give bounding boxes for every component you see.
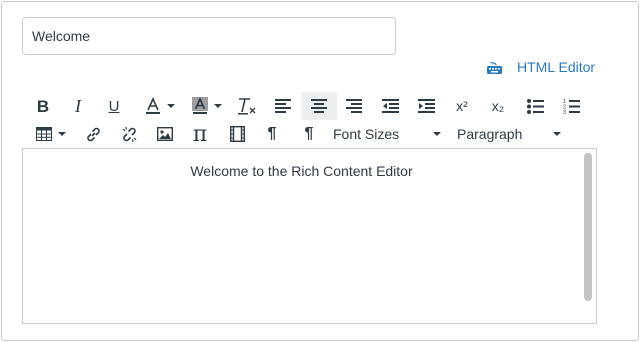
insert-image-button[interactable] [154, 121, 176, 147]
align-right-button[interactable] [343, 93, 365, 119]
underline-button[interactable]: U [104, 93, 124, 119]
font-sizes-label: Font Sizes [333, 126, 400, 142]
numbered-list-icon: 1 2 3 [563, 98, 580, 115]
align-left-button[interactable] [272, 93, 294, 119]
clear-formatting-icon [237, 97, 257, 115]
editor-content[interactable]: Welcome to the Rich Content Editor [23, 163, 580, 179]
rtl-direction-button[interactable]: ¶ [297, 121, 321, 147]
indent-button[interactable] [415, 93, 437, 119]
superscript-icon: x² [456, 98, 468, 114]
background-color-icon [192, 97, 208, 115]
italic-button[interactable]: I [68, 93, 88, 119]
text-color-icon [145, 97, 161, 115]
text-color-button[interactable] [141, 93, 179, 119]
editor-scrollbar[interactable] [584, 153, 592, 301]
align-right-icon [346, 99, 362, 113]
align-left-icon [275, 99, 291, 113]
underline-icon: U [108, 97, 120, 115]
film-icon [229, 126, 245, 142]
paragraph-label: Paragraph [457, 126, 523, 142]
image-icon [157, 127, 173, 141]
superscript-button[interactable]: x² [451, 93, 473, 119]
insert-math-button[interactable]: π [189, 121, 211, 147]
background-color-button[interactable] [188, 93, 226, 119]
bold-button[interactable]: B [33, 93, 53, 119]
font-sizes-dropdown[interactable]: Font Sizes [333, 121, 445, 147]
svg-text:3: 3 [563, 110, 566, 115]
unlink-icon [121, 126, 138, 143]
pilcrow-ltr-icon: ¶ [267, 125, 277, 142]
align-center-button[interactable] [301, 92, 337, 120]
insert-link-button[interactable] [82, 121, 104, 147]
chevron-down-icon [58, 132, 66, 136]
chevron-down-icon [167, 104, 175, 108]
subscript-button[interactable]: x₂ [487, 93, 509, 119]
outdent-icon [381, 99, 399, 113]
remove-link-button[interactable] [118, 121, 140, 147]
pi-icon: π [192, 121, 208, 147]
ltr-direction-button[interactable]: ¶ [261, 121, 283, 147]
align-center-icon [311, 99, 327, 113]
title-input[interactable] [22, 17, 396, 55]
pilcrow-rtl-icon: ¶ [304, 125, 314, 142]
keyboard-icon [486, 61, 503, 74]
table-icon [36, 127, 52, 141]
italic-icon: I [75, 96, 81, 116]
clear-formatting-button[interactable] [236, 93, 258, 119]
rich-content-editor-area[interactable]: Welcome to the Rich Content Editor [22, 148, 597, 324]
indent-icon [417, 99, 435, 113]
chevron-down-icon [433, 132, 441, 136]
numbered-list-button[interactable]: 1 2 3 [560, 93, 582, 119]
subscript-icon: x₂ [491, 98, 505, 114]
bullet-list-button[interactable] [524, 93, 546, 119]
paragraph-dropdown[interactable]: Paragraph [457, 121, 565, 147]
table-button[interactable] [33, 121, 69, 147]
bullet-list-icon [526, 98, 544, 114]
link-icon [85, 126, 102, 143]
html-editor-label: HTML Editor [517, 59, 596, 75]
html-editor-link[interactable]: HTML Editor [486, 57, 595, 77]
chevron-down-icon [214, 104, 222, 108]
insert-media-button[interactable] [226, 121, 248, 147]
bold-icon: B [36, 96, 50, 116]
chevron-down-icon [553, 132, 561, 136]
outdent-button[interactable] [379, 93, 401, 119]
